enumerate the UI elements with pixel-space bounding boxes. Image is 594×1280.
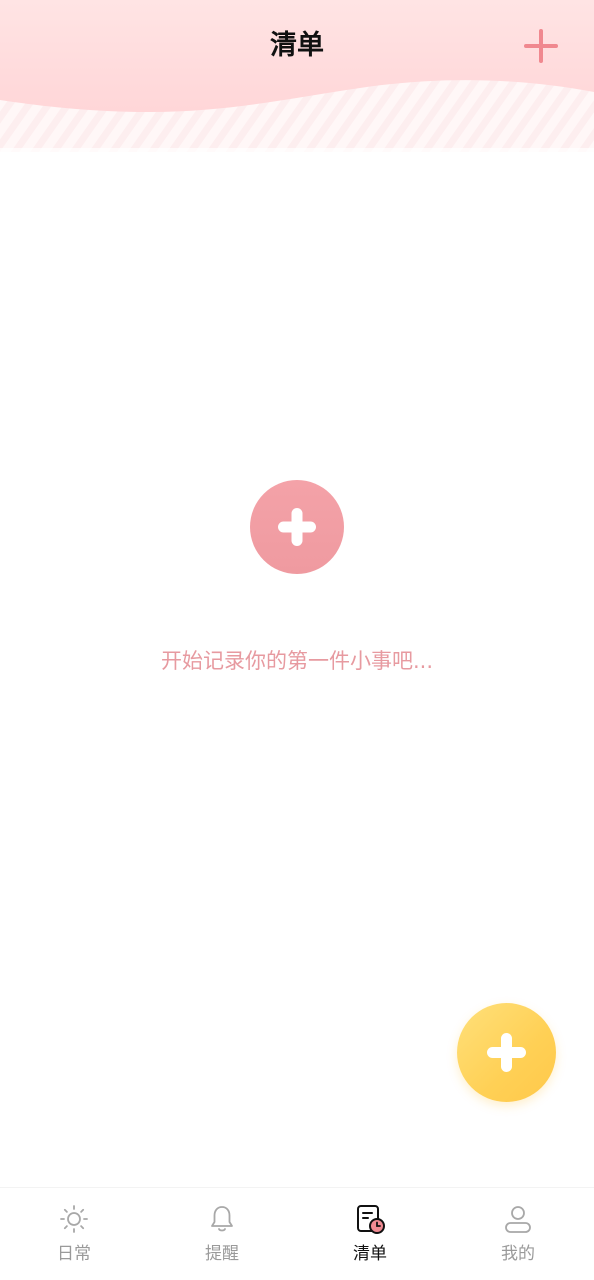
checklist-screen: 清单 开始记录你的第一件小事吧... 日常 提醒 清单 我的: [0, 0, 594, 1280]
tab-profile[interactable]: 我的: [444, 1188, 592, 1280]
tab-label: 提醒: [205, 1244, 239, 1264]
tab-label: 日常: [57, 1244, 91, 1264]
user-icon: [505, 1206, 531, 1233]
tab-label: 我的: [501, 1244, 535, 1264]
bell-icon: [211, 1206, 233, 1232]
header-wave-background: [0, 0, 594, 152]
tab-daily[interactable]: 日常: [0, 1188, 148, 1280]
tab-checklist[interactable]: 清单: [296, 1188, 444, 1280]
tab-label: 清单: [353, 1244, 387, 1264]
sun-icon: [60, 1205, 88, 1233]
header-add-button[interactable]: [522, 27, 560, 65]
bottom-tab-bar: 日常 提醒 清单 我的: [0, 1187, 594, 1280]
empty-state-add-button[interactable]: [250, 480, 344, 574]
plus-icon: [487, 1033, 526, 1072]
plus-icon: [524, 29, 558, 63]
empty-state-hint: 开始记录你的第一件小事吧...: [160, 649, 434, 673]
checklist-clock-icon: [357, 1205, 385, 1234]
header: 清单: [0, 0, 594, 152]
tab-reminders[interactable]: 提醒: [148, 1188, 296, 1280]
plus-icon: [278, 508, 316, 546]
page-title: 清单: [270, 30, 324, 61]
floating-add-button[interactable]: [457, 1003, 556, 1102]
